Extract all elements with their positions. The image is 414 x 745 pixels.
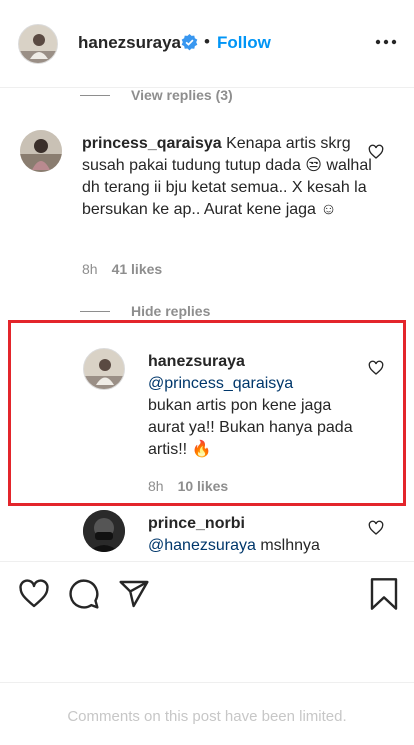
reply-text: hanezsuraya @princess_qaraisya bukan art… — [148, 351, 363, 461]
comment-meta: 8h 41 likes — [82, 261, 162, 277]
post-action-bar — [0, 561, 414, 683]
heart-icon[interactable] — [18, 578, 50, 610]
comment-text: princess_qaraisya Kenapa artis skrg susa… — [82, 133, 372, 221]
reply-mention[interactable]: @princess_qaraisya — [148, 373, 363, 395]
like-heart-icon[interactable] — [368, 360, 384, 376]
reply-username[interactable]: hanezsuraya — [148, 351, 363, 373]
reply-meta: 8h 10 likes — [148, 478, 228, 494]
reply-username[interactable]: prince_norbi — [148, 513, 363, 535]
comment-time: 8h — [82, 261, 98, 277]
comment-icon[interactable] — [68, 578, 100, 610]
comment-likes[interactable]: 41 likes — [112, 261, 163, 277]
hide-replies-button[interactable]: Hide replies — [80, 301, 210, 321]
comment-item: princess_qaraisya Kenapa artis skrg susa… — [0, 130, 414, 290]
reply-likes[interactable]: 10 likes — [178, 478, 229, 494]
reply-item: hanezsuraya @princess_qaraisya bukan art… — [0, 348, 414, 498]
reply-avatar[interactable] — [83, 510, 125, 552]
divider-line — [80, 310, 110, 312]
share-icon[interactable] — [118, 578, 150, 610]
divider-line — [80, 94, 110, 96]
reply-avatar[interactable] — [83, 348, 125, 390]
view-replies-label: View replies (3) — [131, 87, 233, 103]
like-heart-icon[interactable] — [368, 520, 384, 536]
reply-mention[interactable]: @hanezsuraya — [148, 537, 256, 554]
post-header: hanezsuraya • Follow — [0, 0, 414, 88]
more-options-icon[interactable] — [374, 36, 398, 48]
reply-time: 8h — [148, 478, 164, 494]
separator-dot: • — [204, 32, 210, 51]
hide-replies-label: Hide replies — [131, 303, 211, 319]
header-avatar[interactable] — [18, 24, 58, 64]
commenter-avatar[interactable] — [20, 130, 62, 172]
comments-limited-notice: Comments on this post have been limited. — [67, 708, 347, 725]
header-username[interactable]: hanezsuraya — [78, 33, 181, 53]
follow-button[interactable]: Follow — [217, 33, 271, 53]
like-heart-icon[interactable] — [368, 144, 384, 160]
view-replies-button[interactable]: View replies (3) — [80, 85, 233, 105]
reply-item: prince_norbi @hanezsuraya mslhnya — [0, 510, 414, 561]
bookmark-icon[interactable] — [370, 578, 398, 610]
reply-body: bukan artis pon kene jaga aurat ya!! Buk… — [148, 397, 353, 458]
verified-badge-icon — [181, 34, 198, 51]
reply-text: prince_norbi @hanezsuraya mslhnya — [148, 513, 363, 557]
comment-username[interactable]: princess_qaraisya — [82, 135, 222, 152]
reply-body: mslhnya — [260, 537, 320, 554]
